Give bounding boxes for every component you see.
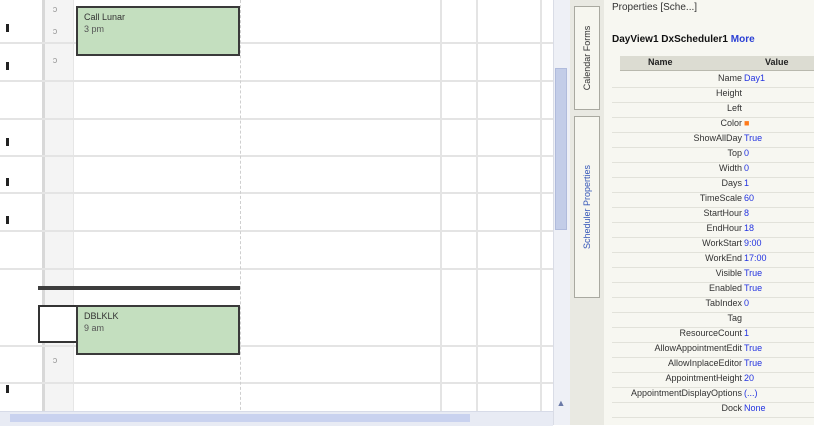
property-value[interactable]: True (744, 343, 762, 353)
property-value[interactable]: True (744, 283, 762, 293)
property-name: ResourceCount (679, 328, 742, 338)
appointment-time: 3 pm (84, 24, 105, 34)
property-value[interactable]: 60 (744, 193, 754, 203)
grid-line (0, 230, 553, 232)
property-name: WorkEnd (705, 253, 742, 263)
property-value[interactable]: 0 (744, 148, 749, 158)
column-value-header: Value (765, 57, 789, 67)
property-value[interactable]: None (744, 403, 766, 413)
grid-divider (440, 0, 442, 425)
clock-icon: ↄ (52, 26, 58, 36)
property-value[interactable]: ■ (744, 118, 749, 128)
row-marker (6, 216, 9, 224)
property-value[interactable]: Day1 (744, 73, 765, 83)
more-link[interactable]: More (731, 34, 755, 45)
property-name: TimeScale (699, 193, 742, 203)
property-name: Dock (721, 403, 742, 413)
row-marker (6, 138, 9, 146)
grid-divider (540, 0, 542, 425)
panel-header: DayView1 DxScheduler1 More (612, 34, 814, 50)
property-name: Width (718, 163, 742, 173)
property-name: Height (715, 88, 742, 98)
property-row[interactable]: Dock None (612, 401, 814, 418)
appointment-title: DBLKLK (84, 311, 119, 321)
property-value[interactable]: True (744, 268, 762, 278)
grid-line (0, 268, 553, 270)
property-name: Days (721, 178, 742, 188)
property-value[interactable]: 8 (744, 208, 749, 218)
vertical-scroll-thumb[interactable] (555, 68, 567, 230)
property-name: StartHour (703, 208, 742, 218)
property-name: ShowAllDay (693, 133, 742, 143)
grid-line (0, 155, 553, 157)
property-name: Name (717, 73, 742, 83)
property-value[interactable]: 17:00 (744, 253, 767, 263)
grid-divider (476, 0, 478, 425)
grid-line (0, 118, 553, 120)
property-value[interactable]: 20 (744, 373, 754, 383)
property-name: WorkStart (702, 238, 742, 248)
row-marker (6, 178, 9, 186)
grid-line (0, 192, 553, 194)
property-name: Top (727, 148, 742, 158)
tab-calendar-forms[interactable]: Calendar Forms (574, 6, 600, 110)
tab-scheduler-properties-label: Scheduler Properties (582, 164, 592, 250)
property-name: Enabled (708, 283, 742, 293)
grid-divider (240, 0, 241, 425)
horizontal-scroll-thumb[interactable] (10, 414, 470, 422)
day-divider (38, 286, 240, 290)
scroll-down-arrow-icon[interactable]: ▲ (555, 398, 567, 408)
property-value[interactable]: 9:00 (744, 238, 762, 248)
property-value[interactable]: True (744, 133, 762, 143)
day-view-calendar[interactable]: ↄ ↄ ↄ ↄ ↄ Call Lunar 3 pm DBLKLK 9 am (0, 0, 553, 425)
property-value[interactable]: 18 (744, 223, 754, 233)
grid-line (0, 80, 553, 82)
row-marker (6, 24, 9, 32)
property-value[interactable]: True (744, 358, 762, 368)
property-name: EndHour (706, 223, 742, 233)
property-value[interactable]: (...) (744, 388, 758, 398)
appointment[interactable]: Call Lunar 3 pm (76, 6, 240, 56)
property-name: Color (720, 118, 742, 128)
panel-header-label: DayView1 DxScheduler1 (612, 34, 731, 45)
grid-line (0, 382, 553, 384)
tab-calendar-forms-label: Calendar Forms (582, 25, 592, 91)
appointment[interactable]: DBLKLK 9 am (76, 305, 240, 355)
property-name: AllowInplaceEditor (667, 358, 742, 368)
property-name: Visible (715, 268, 742, 278)
tab-scheduler-properties[interactable]: Scheduler Properties (574, 116, 600, 298)
row-marker (6, 62, 9, 70)
row-marker (6, 385, 9, 393)
property-name: AppointmentDisplayOptions (630, 388, 742, 398)
property-value[interactable]: 0 (744, 298, 749, 308)
property-value[interactable]: 1 (744, 328, 749, 338)
appointment-title: Call Lunar (84, 12, 126, 22)
clock-icon: ↄ (52, 4, 58, 14)
column-name-header: Name (648, 57, 673, 67)
property-grid[interactable]: Name Day1 Height Left Color ■ ShowAllDay True To… (612, 71, 814, 425)
clock-icon: ↄ (52, 55, 58, 65)
property-value[interactable]: 1 (744, 178, 749, 188)
property-name: AllowAppointmentEdit (654, 343, 742, 353)
property-name: TabIndex (705, 298, 742, 308)
property-name: AppointmentHeight (665, 373, 742, 383)
selected-time-cell[interactable] (38, 305, 78, 343)
property-name: Tag (727, 313, 742, 323)
property-grid-header: Name Value (620, 56, 814, 71)
clock-icon: ↄ (52, 355, 58, 365)
appointment-time: 9 am (84, 323, 105, 333)
property-name: Left (726, 103, 742, 113)
panel-title: Properties [Sche...] (612, 2, 698, 13)
property-value[interactable]: 0 (744, 163, 749, 173)
